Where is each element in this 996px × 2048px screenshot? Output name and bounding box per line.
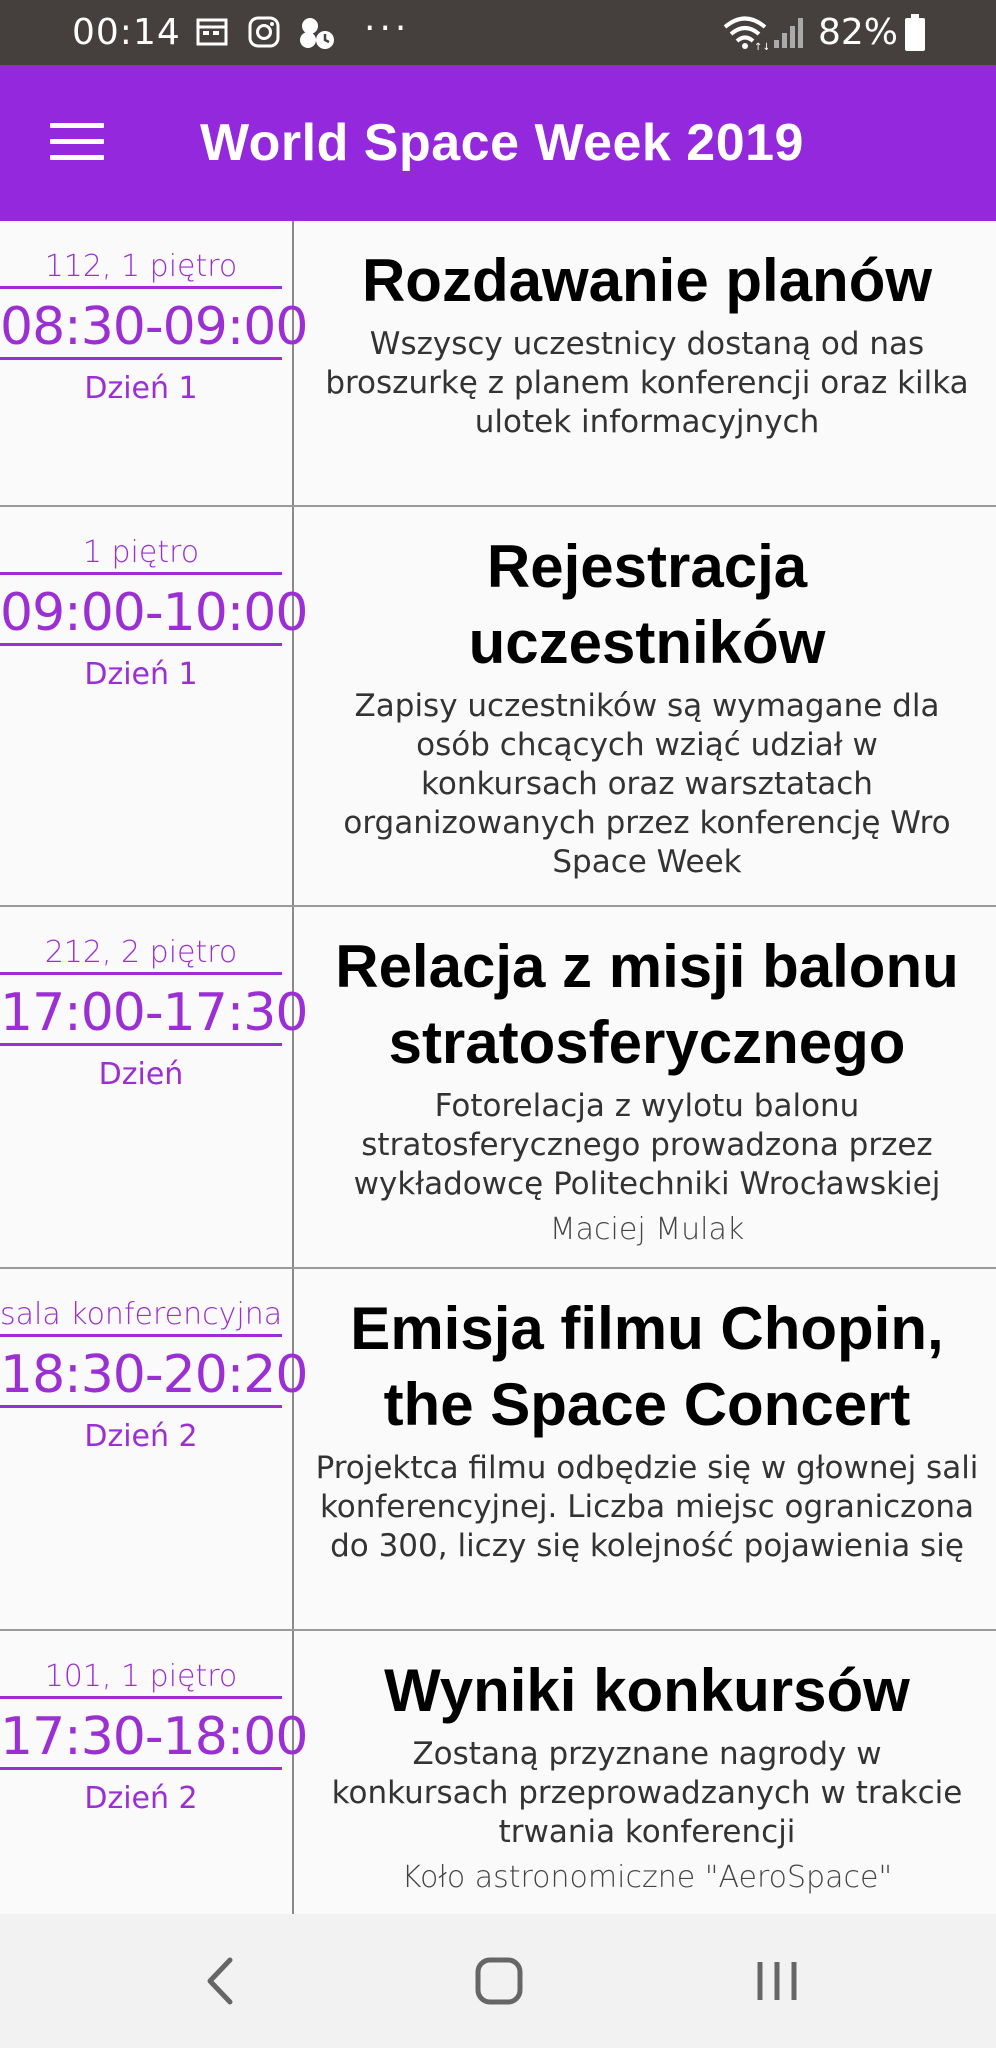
event-content: Relacja z misji balonu stratosferycznego… [298,907,996,1247]
event-description: Wszyscy uczestnicy dostaną od nas broszu… [325,326,969,440]
status-time: 00:14 [72,12,181,53]
signal-icon [772,14,808,54]
event-time: 17:30-18:00 [0,1707,308,1770]
event-description: Zapisy uczestników są wymagane dla osób … [343,688,951,880]
event-title: Wyniki konkursów [384,1657,910,1724]
back-icon[interactable] [200,1954,240,2013]
svg-text:↑↓: ↑↓ [754,42,768,50]
home-icon[interactable] [474,1954,524,2013]
menu-icon[interactable] [50,123,104,163]
event-content: Rozdawanie planów Wszyscy uczestnicy dos… [298,221,996,442]
event-day: Dzień 1 [84,657,198,692]
event-row[interactable]: 101, 1 piętro 17:30-18:00 Dzień 2 Wyniki… [0,1631,996,1914]
event-meta: 101, 1 piętro 17:30-18:00 Dzień 2 [0,1631,308,1914]
event-room: 1 piętro [0,535,282,575]
event-content: Emisja filmu Chopin, the Space Concert P… [298,1269,996,1566]
event-room: 101, 1 piętro [0,1659,282,1699]
more-dots-icon: ··· [364,8,411,49]
event-room: 212, 2 piętro [0,935,282,975]
event-room: 112, 1 piętro [0,249,282,289]
event-time: 17:00-17:30 [0,983,308,1046]
event-time: 08:30-09:00 [0,297,308,360]
event-meta: 212, 2 piętro 17:00-17:30 Dzień [0,907,308,1267]
event-meta: 1 piętro 09:00-10:00 Dzień 1 [0,507,308,905]
battery-percent: 82% [818,12,899,53]
event-title: Emisja filmu Chopin, the Space Concert [350,1295,944,1438]
event-title: Rejestracja uczestników [468,533,826,676]
event-speaker: Koło astronomiczne "AeroSpace" [401,1860,893,1895]
event-day: Dzień 2 [84,1419,198,1454]
event-speaker: Maciej Mulak [549,1212,745,1247]
recent-apps-icon[interactable] [754,1954,800,2013]
instagram-icon [248,16,280,52]
wifi-icon: ↑↓ [722,14,771,54]
app-bar: World Space Week 2019 [0,65,996,221]
event-day: Dzień 1 [84,371,198,406]
event-meta: sala konferencyjna 18:30-20:20 Dzień 2 [0,1269,308,1629]
event-content: Rejestracja uczestników Zapisy uczestnik… [298,507,996,882]
event-day: Dzień [98,1057,184,1092]
event-day: Dzień 2 [84,1781,198,1816]
app-notification-icon [298,16,338,54]
event-time: 09:00-10:00 [0,583,308,646]
event-row[interactable]: 1 piętro 09:00-10:00 Dzień 1 Rejestracja… [0,507,996,907]
battery-icon [904,14,926,56]
event-room: sala konferencyjna [0,1297,282,1337]
calendar-icon [196,16,228,50]
event-meta: 112, 1 piętro 08:30-09:00 Dzień 1 [0,221,308,505]
event-title: Rozdawanie planów [361,247,933,314]
event-description: Fotorelacja z wylotu balonu stratosferyc… [353,1088,941,1202]
event-row[interactable]: sala konferencyjna 18:30-20:20 Dzień 2 E… [0,1269,996,1631]
event-row[interactable]: 112, 1 piętro 08:30-09:00 Dzień 1 Rozdaw… [0,221,996,507]
system-nav-bar [0,1914,996,2048]
app-title: World Space Week 2019 [200,114,804,172]
event-row[interactable]: 212, 2 piętro 17:00-17:30 Dzień Relacja … [0,907,996,1269]
event-time: 18:30-20:20 [0,1345,308,1408]
event-list: 112, 1 piętro 08:30-09:00 Dzień 1 Rozdaw… [0,221,996,1914]
event-content: Wyniki konkursów Zostaną przyznane nagro… [298,1631,996,1895]
status-bar: 00:14 ··· ↑↓ 82% [0,0,996,65]
event-description: Projektca filmu odbędzie się w głownej s… [315,1450,979,1564]
event-description: Zostaną przyznane nagrody w konkursach p… [331,1736,963,1850]
event-title: Relacja z misji balonu stratosferycznego [335,933,959,1076]
